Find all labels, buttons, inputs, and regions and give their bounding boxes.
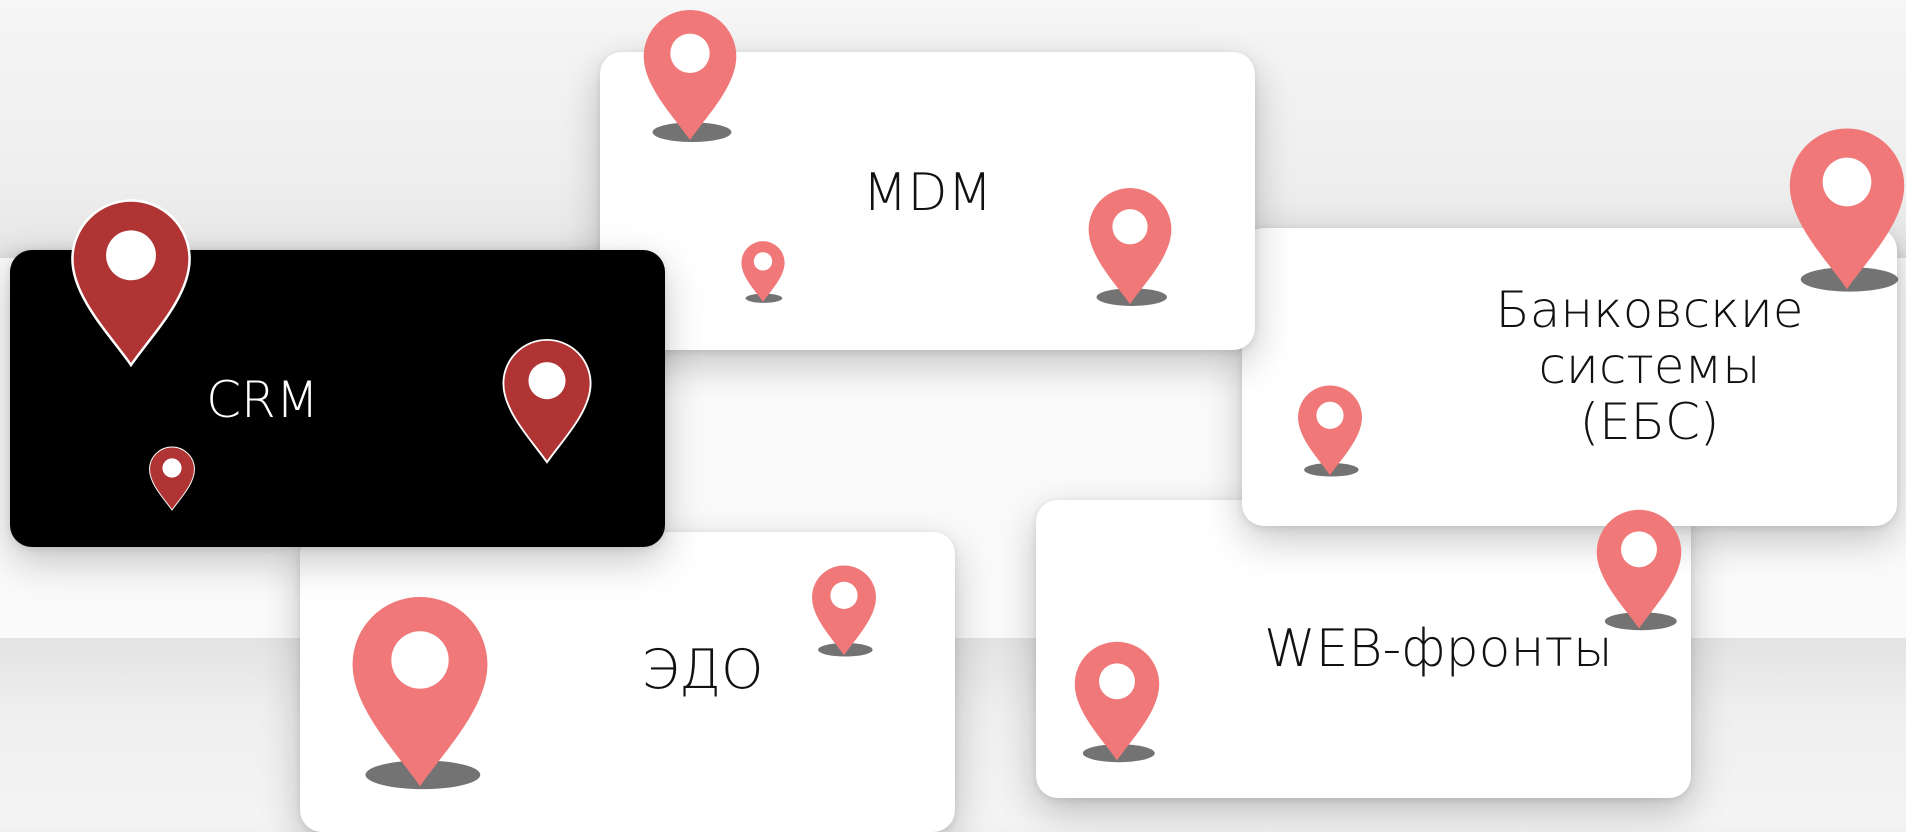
pin-body (352, 596, 488, 787)
pin-hole (1112, 209, 1148, 245)
map-pin-icon (741, 241, 785, 303)
map-pin-icon (352, 596, 488, 790)
pin-hole (391, 631, 449, 689)
map-pin-icon (71, 199, 191, 368)
pin-body (741, 241, 785, 302)
pin-body (1074, 641, 1160, 761)
pin-hole (528, 362, 566, 400)
pin-hole (1621, 531, 1657, 568)
pin-body (1596, 509, 1682, 629)
pin-body (149, 446, 195, 511)
map-pin-icon (1298, 385, 1362, 477)
crm-card-label: CRM (206, 371, 319, 429)
pin-body (1789, 128, 1905, 290)
pin-hole (106, 230, 156, 281)
pin-body (643, 9, 737, 141)
pin-hole (162, 458, 182, 478)
map-pin-icon (643, 9, 737, 143)
pin-hole (1099, 663, 1135, 700)
pin-body (812, 565, 876, 656)
map-pin-icon (812, 565, 876, 657)
bank-card-label: Банковские системы (ЕБС) (1495, 281, 1804, 451)
edo-card-label: ЭДО (641, 638, 764, 701)
pin-hole (753, 252, 773, 271)
map-pin-icon (1074, 641, 1160, 763)
pin-body (71, 199, 191, 368)
map-pin-icon (1596, 509, 1682, 631)
pin-body (1088, 188, 1172, 305)
pin-hole (1316, 401, 1344, 429)
map-pin-icon (1088, 188, 1172, 306)
map-pin-icon (1789, 128, 1905, 292)
pin-hole (670, 33, 710, 74)
pin-hole (830, 581, 858, 609)
pin-body (502, 339, 592, 464)
pin-body (1298, 385, 1362, 476)
pin-hole (1822, 157, 1872, 207)
map-pin-icon (149, 446, 195, 511)
map-pin-icon (502, 339, 592, 464)
